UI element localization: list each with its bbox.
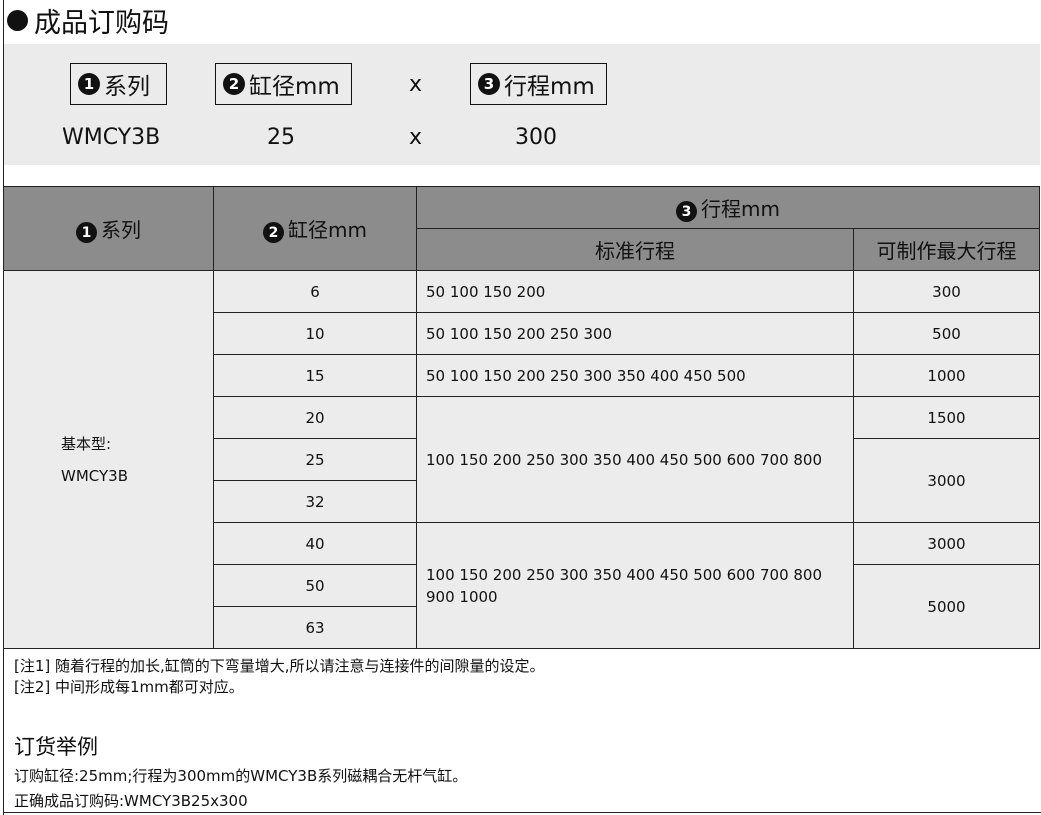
standard-stroke-cell: 50 100 150 200 250 300 xyxy=(416,312,854,355)
stroke-spec-table: 1 系列 2 缸径mm 3 行程mm 标准行程 可制作最大行程 基本型: WMCY3B… xyxy=(3,186,1040,649)
bore-cell: 50 xyxy=(213,564,417,607)
header-stroke-label: 行程mm xyxy=(701,196,780,221)
code-series-value: WMCY3B xyxy=(62,125,161,150)
header-series-label: 系列 xyxy=(101,217,141,242)
header-bore: 2 缸径mm xyxy=(213,186,417,271)
bore-cell: 25 xyxy=(213,438,417,481)
max-stroke-cell: 3000 xyxy=(853,522,1040,565)
code-bore-value: 25 xyxy=(267,125,295,150)
bore-cell: 10 xyxy=(213,312,417,355)
bore-cell: 6 xyxy=(213,270,417,313)
header-stroke: 3 行程mm xyxy=(416,186,1040,229)
code-times-value: x xyxy=(409,125,423,150)
code-stroke-label: 行程mm xyxy=(504,74,595,100)
table-row: 基本型: WMCY3B 6 50 100 150 200 300 xyxy=(3,270,1040,649)
header-max-stroke: 可制作最大行程 xyxy=(853,228,1040,271)
code-bore-box: 2 缸径mm xyxy=(215,63,352,105)
max-stroke-cell: 3000 xyxy=(853,438,1040,523)
max-stroke-cell: 1000 xyxy=(853,354,1040,397)
order-example-title: 订货举例 xyxy=(14,735,98,759)
number-2-icon: 2 xyxy=(263,222,285,244)
max-stroke-cell: 500 xyxy=(853,312,1040,355)
bore-cell: 32 xyxy=(213,480,417,523)
standard-stroke-cell: 100 150 200 250 300 350 400 450 500 600 … xyxy=(416,522,854,649)
header-series: 1 系列 xyxy=(3,186,214,271)
code-times-label: x xyxy=(409,72,423,97)
number-3-icon: 3 xyxy=(478,73,500,95)
standard-stroke-cell: 100 150 200 250 300 350 400 450 500 600 … xyxy=(416,396,854,523)
note-2: [注2] 中间形成每1mm都可对应。 xyxy=(14,678,244,696)
page-title: 成品订购码 xyxy=(7,0,169,40)
code-series-box: 1 系列 xyxy=(70,63,167,105)
series-type-label: 基本型: xyxy=(61,434,112,453)
max-stroke-cell: 1500 xyxy=(853,396,1040,439)
series-cell: 基本型: WMCY3B xyxy=(3,270,214,649)
bore-cell: 40 xyxy=(213,522,417,565)
standard-stroke-cell: 50 100 150 200 xyxy=(416,270,854,313)
bullet-dot-icon xyxy=(7,9,28,31)
max-stroke-cell: 300 xyxy=(853,270,1040,313)
number-1-icon: 1 xyxy=(78,73,100,95)
order-example-line-1: 订购缸径:25mm;行程为300mm的WMCY3B系列磁耦合无杆气缸。 xyxy=(14,767,468,785)
standard-stroke-cell: 50 100 150 200 250 300 350 400 450 500 xyxy=(416,354,854,397)
notes-section: [注1] 随着行程的加长,缸筒的下弯量增大,所以请注意与连接件的间隙量的设定。 … xyxy=(14,656,545,698)
bottom-border xyxy=(3,812,1041,813)
code-stroke-box: 3 行程mm xyxy=(470,63,607,105)
number-1-icon: 1 xyxy=(76,222,97,244)
max-stroke-cell: 5000 xyxy=(853,564,1040,649)
note-1: [注1] 随着行程的加长,缸筒的下弯量增大,所以请注意与连接件的间隙量的设定。 xyxy=(14,657,545,675)
order-example-line-2: 正确成品订购码:WMCY3B25x300 xyxy=(14,792,248,810)
bore-cell: 63 xyxy=(213,606,417,649)
header-standard-stroke: 标准行程 xyxy=(416,228,854,271)
code-stroke-value: 300 xyxy=(515,125,557,150)
header-bore-label: 缸径mm xyxy=(288,217,367,242)
code-bore-label: 缸径mm xyxy=(249,74,340,100)
number-3-icon: 3 xyxy=(676,201,698,223)
series-model-label: WMCY3B xyxy=(61,466,128,485)
bore-cell: 20 xyxy=(213,396,417,439)
code-series-label: 系列 xyxy=(104,74,150,100)
bore-cell: 15 xyxy=(213,354,417,397)
page-title-text: 成品订购码 xyxy=(34,7,169,39)
number-2-icon: 2 xyxy=(223,73,245,95)
order-code-panel: 1 系列 2 缸径mm x 3 行程mm WMCY3B 25 x 300 xyxy=(4,44,1040,165)
